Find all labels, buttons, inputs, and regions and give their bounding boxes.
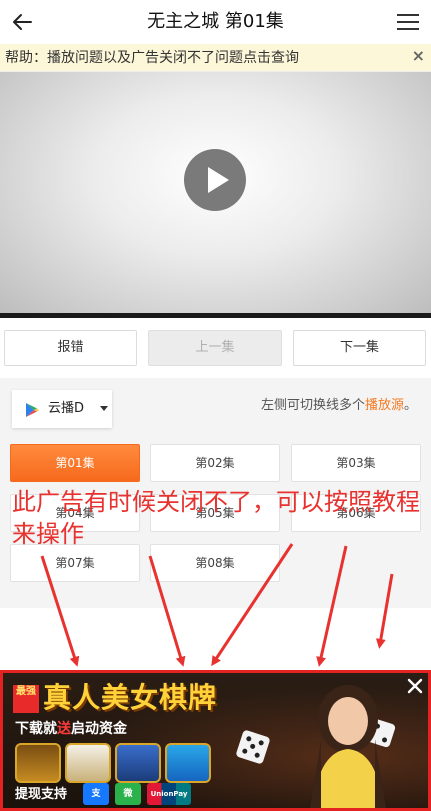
back-arrow-icon[interactable] [10,10,34,34]
bull-fight-game-icon [115,743,161,783]
previous-episode-button[interactable]: 上一集 [148,330,282,366]
bull-game-icon [15,743,61,783]
fishing-game-icon [165,743,211,783]
alipay-icon: 支 [83,783,109,805]
episode-button[interactable]: 第01集 [10,444,140,482]
arrow [40,555,80,667]
source-label: 云播D [48,401,85,416]
ad-subtitle-highlight: 送 [57,721,71,737]
arrow [148,555,186,667]
ad-banner[interactable]: 最强 真人美女棋牌 下载就送启动资金 提现支持 支 微 UnionPay 银联 [0,670,431,811]
help-close-icon[interactable]: × [412,46,425,66]
unionpay-icon: UnionPay 银联 [147,783,191,805]
ad-subtitle-suffix: 启动资金 [71,721,127,737]
source-hint-highlight: 播放源 [364,398,404,413]
source-selector[interactable]: 云播D [12,390,112,428]
ad-title: 真人美女棋牌 [43,681,218,714]
top-nav-bar: 无主之城 第01集 [0,0,431,44]
ad-model-image [309,685,387,808]
wechat-pay-icon: 微 [115,783,141,805]
ad-badge: 最强 [13,685,39,713]
report-button[interactable]: 报错 [4,330,137,366]
source-hint-prefix: 左侧可切换线多个 [260,398,365,413]
arrow [211,543,294,667]
annotation-arrows [40,543,394,667]
help-notice-text[interactable]: 帮助：播放问题以及广告关闭不了问题点击查询 [5,48,299,68]
ad-subtitle-prefix: 下载就 [15,721,57,737]
next-episode-button[interactable]: 下一集 [293,330,426,366]
hamburger-menu-icon[interactable] [397,12,419,32]
poker-cards-icon [65,743,111,783]
page-title: 无主之城 第01集 [147,11,284,32]
play-button[interactable] [184,149,246,211]
video-player-bottom-edge [0,313,431,318]
ad-close-icon[interactable] [406,677,424,695]
source-hint: 左侧可切换线多个播放源。 [261,396,417,416]
help-notice-bar[interactable]: 帮助：播放问题以及广告关闭不了问题点击查询 × [0,44,431,72]
withdraw-support-label: 提现支持 [15,787,68,802]
episode-button[interactable]: 第02集 [150,444,280,482]
chevron-down-icon [100,406,108,411]
episode-button[interactable]: 第03集 [291,444,421,482]
play-icon [208,167,229,193]
arrow [316,545,348,667]
source-hint-suffix: 。 [403,398,417,413]
play-store-icon [26,403,39,417]
arrow [375,573,394,649]
ad-subtitle: 下载就送启动资金 [15,719,127,739]
